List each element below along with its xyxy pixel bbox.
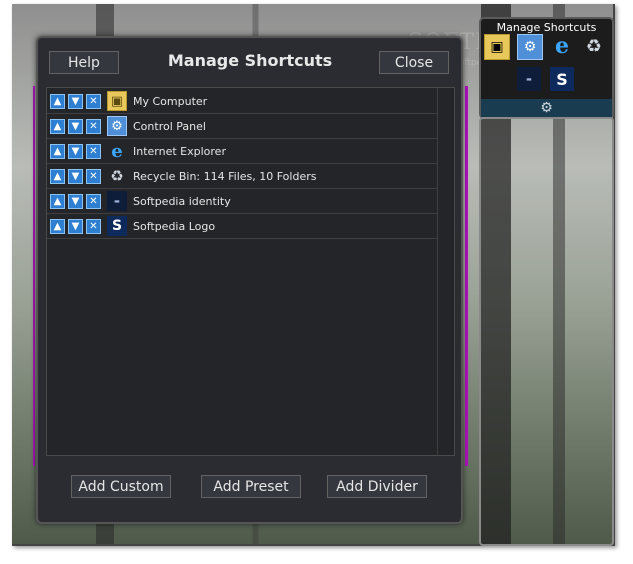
remove-icon[interactable]: ✕ xyxy=(86,193,101,209)
add-preset-button[interactable]: Add Preset xyxy=(201,475,301,498)
shortcut-label: Softpedia Logo xyxy=(133,219,216,233)
add-divider-button[interactable]: Add Divider xyxy=(327,475,427,498)
move-down-icon[interactable]: ▼ xyxy=(68,143,83,159)
shortcut-row: ▲ ▼ ✕ S Softpedia Logo xyxy=(47,214,437,239)
move-down-icon[interactable]: ▼ xyxy=(68,118,83,134)
mini-shortcuts-widget: Manage Shortcuts ▣ ⚙ e ♻ ▬ S ⚙ xyxy=(479,17,614,119)
move-up-icon[interactable]: ▲ xyxy=(50,193,65,209)
remove-icon[interactable]: ✕ xyxy=(86,218,101,234)
add-custom-button[interactable]: Add Custom xyxy=(71,475,171,498)
internet-explorer-icon: e xyxy=(111,140,123,162)
shortcut-list: ▲ ▼ ✕ ▣ My Computer ▲ ▼ ✕ ⚙ Control Pane… xyxy=(46,87,455,456)
control-panel-icon: ⚙ xyxy=(107,116,127,136)
shortcut-label: Softpedia identity xyxy=(133,194,231,208)
move-down-icon[interactable]: ▼ xyxy=(68,168,83,184)
move-down-icon[interactable]: ▼ xyxy=(68,218,83,234)
move-down-icon[interactable]: ▼ xyxy=(68,193,83,209)
move-up-icon[interactable]: ▲ xyxy=(50,168,65,184)
computer-icon: ▣ xyxy=(107,91,127,111)
recycle-bin-icon[interactable]: ♻ xyxy=(582,34,606,58)
help-button[interactable]: Help xyxy=(49,51,119,74)
remove-icon[interactable]: ✕ xyxy=(86,118,101,134)
remove-icon[interactable]: ✕ xyxy=(86,93,101,109)
shortcut-label: Control Panel xyxy=(133,119,206,133)
gear-icon[interactable]: ⚙ xyxy=(481,99,612,117)
remove-icon[interactable]: ✕ xyxy=(86,168,101,184)
shortcut-row: ▲ ▼ ✕ ▣ My Computer xyxy=(47,89,437,114)
shortcut-row: ▲ ▼ ✕ ⚙ Control Panel xyxy=(47,114,437,139)
internet-explorer-icon[interactable]: e xyxy=(550,33,574,59)
dialog-title: Manage Shortcuts xyxy=(167,51,333,70)
control-panel-icon[interactable]: ⚙ xyxy=(517,34,543,60)
remove-icon[interactable]: ✕ xyxy=(86,143,101,159)
softpedia-logo-icon: S xyxy=(107,216,127,236)
softpedia-identity-icon: ▬ xyxy=(107,191,127,211)
computer-icon[interactable]: ▣ xyxy=(484,34,510,60)
move-down-icon[interactable]: ▼ xyxy=(68,93,83,109)
manage-shortcuts-dialog: Help Manage Shortcuts Close ▲ ▼ ✕ ▣ My C… xyxy=(36,36,463,524)
shortcut-label: Recycle Bin: 114 Files, 10 Folders xyxy=(133,169,317,183)
shortcut-row: ▲ ▼ ✕ ♻ Recycle Bin: 114 Files, 10 Folde… xyxy=(47,164,437,189)
move-up-icon[interactable]: ▲ xyxy=(50,218,65,234)
mini-widget-title: Manage Shortcuts xyxy=(496,21,597,34)
softpedia-identity-icon[interactable]: ▬ xyxy=(517,67,541,91)
move-up-icon[interactable]: ▲ xyxy=(50,93,65,109)
softpedia-logo-icon[interactable]: S xyxy=(550,67,574,91)
list-scrollbar[interactable] xyxy=(437,88,454,455)
mini-widget-frame xyxy=(479,117,614,546)
close-button[interactable]: Close xyxy=(379,51,449,74)
shortcut-label: Internet Explorer xyxy=(133,144,226,158)
shortcut-row: ▲ ▼ ✕ ▬ Softpedia identity xyxy=(47,189,437,214)
move-up-icon[interactable]: ▲ xyxy=(50,143,65,159)
recycle-bin-icon: ♻ xyxy=(110,167,124,185)
move-up-icon[interactable]: ▲ xyxy=(50,118,65,134)
shortcut-row: ▲ ▼ ✕ e Internet Explorer xyxy=(47,139,437,164)
shortcut-label: My Computer xyxy=(133,94,208,108)
